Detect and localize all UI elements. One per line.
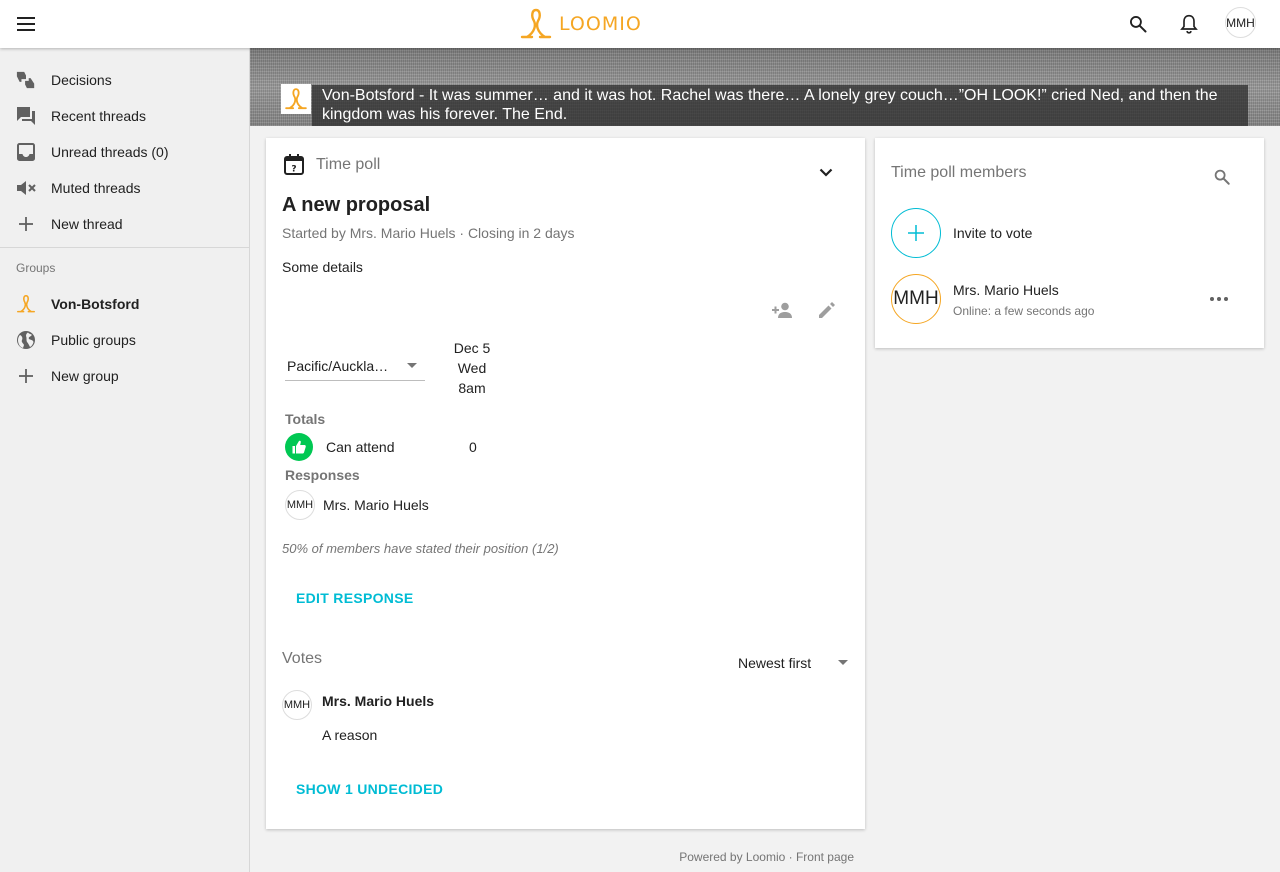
stated-position-text: 50% of members have stated their positio… xyxy=(282,541,559,556)
sidebar-item-label: Unread threads (0) xyxy=(51,144,169,160)
loomio-logo-icon xyxy=(16,294,36,314)
votes-sort-value: Newest first xyxy=(738,655,812,671)
dropdown-caret-icon xyxy=(407,363,417,368)
front-page-link[interactable]: Front page xyxy=(796,850,854,864)
sidebar-item-von-botsford[interactable]: Von-Botsford xyxy=(0,286,249,322)
loomio-logo-icon xyxy=(285,88,307,110)
response-row: MMH Mrs. Mario Huels xyxy=(285,490,429,520)
vote-reason: A reason xyxy=(322,727,378,743)
avatar[interactable]: MMH xyxy=(891,274,941,324)
calendar-question-icon: ? xyxy=(284,154,304,175)
member-status: Online: a few seconds ago xyxy=(953,304,1095,318)
sidebar-item-label: New group xyxy=(51,368,119,384)
menu-icon[interactable] xyxy=(14,12,38,36)
chevron-down-icon[interactable] xyxy=(814,160,838,184)
svg-text:?: ? xyxy=(291,165,296,175)
user-avatar[interactable]: MMH xyxy=(1225,7,1256,38)
sidebar-item-muted-threads[interactable]: Muted threads xyxy=(0,170,249,206)
sidebar-item-public-groups[interactable]: Public groups xyxy=(0,322,249,358)
plus-icon xyxy=(16,366,36,386)
thumbs-up-icon xyxy=(285,433,313,461)
avatar[interactable]: MMH xyxy=(285,490,315,520)
show-undecided-button[interactable]: SHOW 1 UNDECIDED xyxy=(296,781,443,797)
sidebar-item-unread-threads[interactable]: Unread threads (0) xyxy=(0,134,249,170)
footer-separator: · xyxy=(785,850,796,864)
group-title[interactable]: Von-Botsford - It was summer… and it was… xyxy=(312,85,1248,126)
sidebar-item-label: Public groups xyxy=(51,332,136,348)
response-name: Mrs. Mario Huels xyxy=(323,497,429,513)
footer: Powered by Loomio · Front page xyxy=(266,850,854,864)
date-weekday: Wed xyxy=(457,360,487,376)
plus-icon xyxy=(16,214,36,234)
member-row: MMH Mrs. Mario Huels Online: a few secon… xyxy=(891,274,1249,324)
sidebar-item-decisions[interactable]: Decisions xyxy=(0,62,249,98)
volume-off-icon xyxy=(16,178,36,198)
sidebar-item-label: New thread xyxy=(51,216,123,232)
totals-option-label: Can attend xyxy=(326,439,395,455)
plus-icon xyxy=(891,208,941,258)
globe-icon xyxy=(16,330,36,350)
sidebar: Decisions Recent threads Unread threads … xyxy=(0,48,250,872)
member-name: Mrs. Mario Huels xyxy=(953,282,1059,298)
search-icon[interactable] xyxy=(1210,165,1234,189)
sidebar-item-label: Muted threads xyxy=(51,180,141,196)
poll-card: ? Time poll A new proposal Started by Mr… xyxy=(266,138,865,829)
inbox-icon xyxy=(16,142,36,162)
avatar[interactable]: MMH xyxy=(282,690,312,720)
dropdown-caret-icon xyxy=(838,660,848,665)
timezone-select[interactable]: Pacific/Auckla… xyxy=(285,351,425,381)
date-time: 8am xyxy=(458,380,486,396)
edit-response-button[interactable]: EDIT RESPONSE xyxy=(296,590,413,606)
poll-title: A new proposal xyxy=(282,194,431,216)
edit-icon[interactable] xyxy=(815,298,839,322)
members-card: Time poll members Invite to vote MMH Mrs… xyxy=(875,138,1264,348)
poll-type-label: Time poll xyxy=(316,155,381,173)
votes-sort-select[interactable]: Newest first xyxy=(738,653,848,673)
invite-to-vote-button[interactable]: Invite to vote xyxy=(891,208,1032,258)
search-icon[interactable] xyxy=(1124,10,1152,38)
poll-meta: Started by Mrs. Mario Huels · Closing in… xyxy=(282,225,575,241)
timezone-value: Pacific/Auckla… xyxy=(287,357,389,374)
add-person-icon[interactable] xyxy=(771,298,795,322)
sidebar-item-label: Recent threads xyxy=(51,108,146,124)
logo-text: LOOMIO xyxy=(559,13,642,35)
forum-icon xyxy=(16,106,36,126)
votes-heading: Votes xyxy=(282,650,323,667)
more-horizontal-icon[interactable] xyxy=(1207,287,1231,311)
sidebar-item-new-thread[interactable]: New thread xyxy=(0,206,249,242)
totals-heading: Totals xyxy=(285,411,326,427)
invite-label: Invite to vote xyxy=(953,225,1033,241)
vote-author: Mrs. Mario Huels xyxy=(322,693,435,709)
totals-row: Can attend 0 xyxy=(285,433,505,461)
sidebar-item-label: Von-Botsford xyxy=(51,296,140,312)
loomio-logo[interactable]: LOOMIO xyxy=(519,8,642,40)
group-cover: Von-Botsford - It was summer… and it was… xyxy=(250,48,1280,126)
group-logo[interactable] xyxy=(281,84,311,114)
top-bar: LOOMIO MMH xyxy=(0,0,1280,48)
sidebar-item-recent-threads[interactable]: Recent threads xyxy=(0,98,249,134)
members-title: Time poll members xyxy=(891,164,1027,181)
responses-heading: Responses xyxy=(285,467,360,483)
poll-details: Some details xyxy=(282,259,363,275)
powered-by-link[interactable]: Powered by Loomio xyxy=(679,850,785,864)
bell-icon[interactable] xyxy=(1175,10,1203,38)
totals-count: 0 xyxy=(469,439,477,455)
groups-heading: Groups xyxy=(16,261,56,275)
sidebar-item-label: Decisions xyxy=(51,72,112,88)
date-column: Dec 5 Wed 8am xyxy=(450,338,494,398)
vote-item: MMH xyxy=(282,690,312,720)
poll-type-header: ? Time poll xyxy=(284,154,380,175)
loomio-logo-icon xyxy=(520,8,552,39)
thumbs-icon xyxy=(16,70,36,90)
sidebar-item-new-group[interactable]: New group xyxy=(0,358,249,394)
date-day: Dec 5 xyxy=(453,340,491,356)
